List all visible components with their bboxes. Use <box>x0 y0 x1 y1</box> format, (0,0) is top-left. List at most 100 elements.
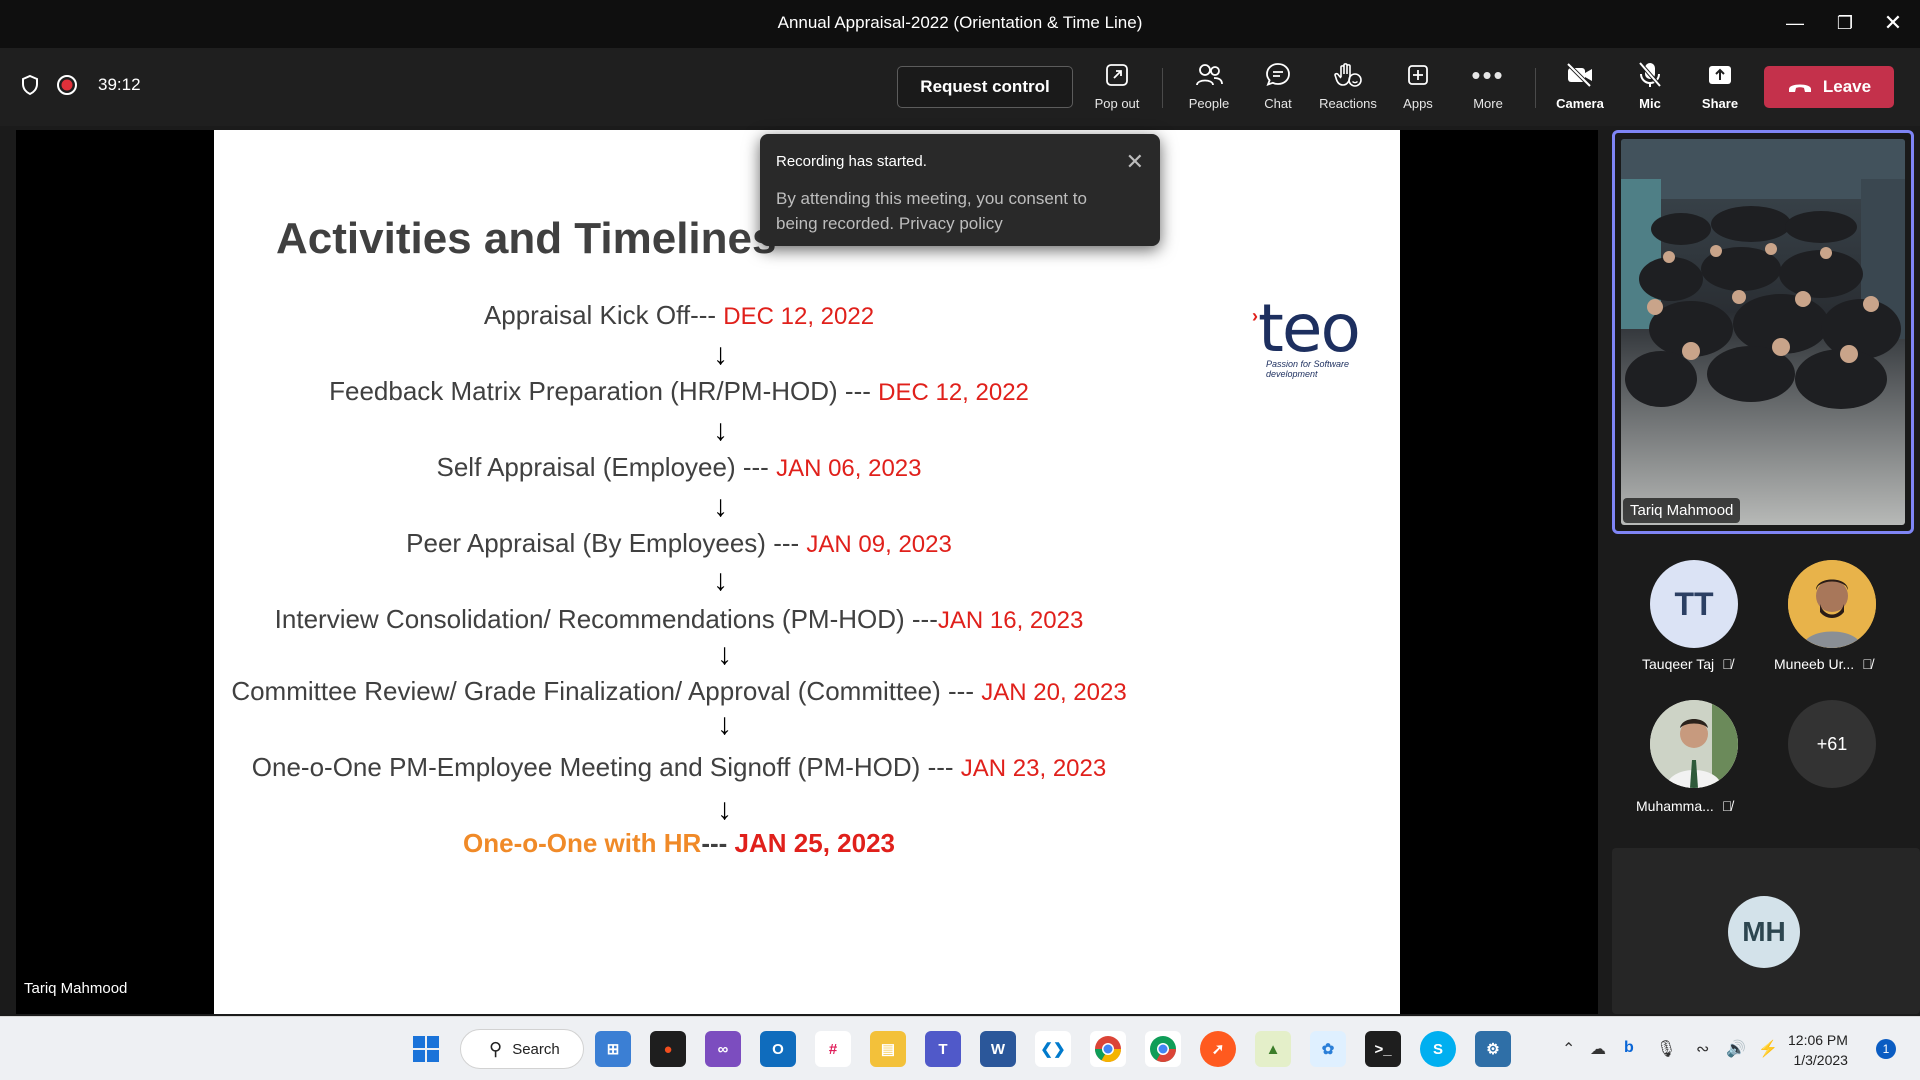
share-icon <box>1709 66 1731 84</box>
timeline-item: Appraisal Kick Off--- DEC 12, 2022 <box>483 300 875 330</box>
participant-name: Tauqeer Taj 🎙̸ <box>1642 656 1733 672</box>
bing-icon[interactable]: b <box>1624 1039 1634 1057</box>
apps-icon <box>1408 65 1428 85</box>
request-control-button[interactable]: Request control <box>897 66 1073 108</box>
hang-up-icon <box>1788 84 1811 92</box>
maximize-button[interactable]: ❐ <box>1830 10 1860 36</box>
mic-muted-icon: 🎙̸ <box>1721 798 1733 814</box>
more-button[interactable]: ••• More <box>1453 59 1523 112</box>
vscode-icon[interactable]: ❮❯ <box>1035 1031 1071 1067</box>
shield-icon <box>22 74 38 96</box>
wifi-icon[interactable]: ∾ <box>1696 1039 1709 1059</box>
video-name-label: Tariq Mahmood <box>1623 498 1741 523</box>
down-arrow-icon: ↓ <box>713 414 728 447</box>
participant-tile[interactable]: MH <box>1612 848 1920 1014</box>
people-icon <box>1196 64 1223 86</box>
avatar[interactable] <box>1788 560 1876 648</box>
volume-icon[interactable]: 🔊 <box>1726 1039 1746 1059</box>
timeline-item: Self Appraisal (Employee) --- JAN 06, 20… <box>436 452 922 482</box>
camera-label: Camera <box>1556 96 1604 111</box>
onedrive-icon[interactable]: ☁ <box>1590 1039 1606 1059</box>
camera-button[interactable]: Camera <box>1545 60 1615 111</box>
windows-taskbar: ⚲ Search ⊞ ● ∞ O # ▤ T W ❮❯ ➚ ▲ ✿ >_ S ⚙… <box>0 1016 1920 1080</box>
teo-logo: › teo Passion for Software development <box>1252 290 1361 379</box>
close-icon[interactable]: ✕ <box>1126 151 1144 173</box>
timeline-item: One-o-One PM-Employee Meeting and Signof… <box>251 752 1107 782</box>
down-arrow-icon: ↓ <box>717 708 732 741</box>
timeline-item-hr: One-o-One with HR--- JAN 25, 2023 <box>463 828 895 858</box>
clock-date: 1/3/2023 <box>1793 1052 1848 1068</box>
calculator-icon[interactable]: ⊞ <box>595 1031 631 1067</box>
timeline-item: Interview Consolidation/ Recommendations… <box>274 604 1084 634</box>
leave-label: Leave <box>1822 77 1872 96</box>
video-tile[interactable]: Tariq Mahmood <box>1612 130 1914 534</box>
chevron-up-icon[interactable]: ⌃ <box>1562 1039 1575 1059</box>
chat-button[interactable]: Chat <box>1243 60 1313 111</box>
close-window-button[interactable]: ✕ <box>1878 10 1908 36</box>
mic-muted-icon[interactable]: 🎙 <box>1656 1039 1676 1059</box>
toast-title: Recording has started. <box>776 153 927 170</box>
apps-button[interactable]: Apps <box>1383 60 1453 111</box>
teams-icon[interactable]: T <box>925 1031 961 1067</box>
chat-label: Chat <box>1264 96 1292 111</box>
mysql-workbench-icon[interactable]: ⚙ <box>1475 1031 1511 1067</box>
reactions-button[interactable]: Reactions <box>1313 60 1383 111</box>
down-arrow-icon: ↓ <box>717 638 732 671</box>
search-label: Search <box>512 1040 560 1058</box>
down-arrow-icon: ↓ <box>717 793 732 826</box>
share-button[interactable]: Share <box>1685 60 1755 111</box>
file-explorer-icon[interactable]: ▤ <box>870 1031 906 1067</box>
outlook-icon[interactable]: O <box>760 1031 796 1067</box>
search-icon: ⚲ <box>489 1038 503 1059</box>
more-label: More <box>1473 96 1503 111</box>
recording-notification: Recording has started. By attending this… <box>760 134 1160 246</box>
chrome-icon[interactable] <box>1090 1031 1126 1067</box>
battery-icon[interactable]: ⚡ <box>1758 1039 1778 1059</box>
terminal-icon[interactable]: >_ <box>1365 1031 1401 1067</box>
chrome-profile-icon[interactable] <box>1145 1031 1181 1067</box>
meeting-timer: 39:12 <box>98 75 141 94</box>
people-button[interactable]: People <box>1174 60 1244 111</box>
slack-icon[interactable]: # <box>815 1031 851 1067</box>
down-arrow-icon: ↓ <box>713 490 728 523</box>
apps-label: Apps <box>1403 96 1433 111</box>
leave-button[interactable]: Leave <box>1764 66 1894 108</box>
network-app-icon[interactable]: ✿ <box>1310 1031 1346 1067</box>
down-arrow-icon: ↓ <box>713 564 728 597</box>
more-icon: ••• <box>1471 59 1505 90</box>
taskbar-search[interactable]: ⚲ Search <box>460 1029 584 1069</box>
down-arrow-icon: ↓ <box>713 338 728 371</box>
windows-start-icon[interactable] <box>408 1031 444 1067</box>
mic-button[interactable]: Mic <box>1615 60 1685 111</box>
mic-muted-icon: 🎙̸ <box>1862 656 1873 672</box>
reactions-icon <box>1334 63 1362 87</box>
timeline-item: Committee Review/ Grade Finalization/ Ap… <box>231 676 1127 706</box>
participant-name: Muhamma... 🎙̸ <box>1636 798 1733 814</box>
figma-icon[interactable]: ● <box>650 1031 686 1067</box>
pop-out-button[interactable]: Pop out <box>1082 60 1152 111</box>
taskbar-clock[interactable]: 12:06 PM 1/3/2023 <box>1788 1030 1848 1070</box>
recording-icon <box>57 75 77 95</box>
minimize-button[interactable]: — <box>1780 10 1810 36</box>
avatar[interactable] <box>1650 700 1738 788</box>
clock-time: 12:06 PM <box>1788 1032 1848 1048</box>
meeting-toolbar: 39:12 Request control Pop out People Cha… <box>0 48 1920 126</box>
reactions-label: Reactions <box>1319 96 1377 111</box>
chat-icon <box>1266 63 1290 86</box>
participant-video <box>1621 139 1905 525</box>
mic-off-icon <box>1638 61 1662 88</box>
timeline-item: Peer Appraisal (By Employees) --- JAN 09… <box>406 528 952 558</box>
visual-studio-icon[interactable]: ∞ <box>705 1031 741 1067</box>
skype-icon[interactable]: S <box>1420 1031 1456 1067</box>
avatar[interactable]: TT <box>1650 560 1738 648</box>
image-editor-icon[interactable]: ▲ <box>1255 1031 1291 1067</box>
word-icon[interactable]: W <box>980 1031 1016 1067</box>
camera-off-icon <box>1566 62 1592 88</box>
notification-badge[interactable]: 1 <box>1876 1039 1896 1059</box>
postman-icon[interactable]: ➚ <box>1200 1031 1236 1067</box>
pop-out-icon <box>1106 64 1128 86</box>
slide-title: Activities and Timelines <box>276 214 777 263</box>
presenter-name: Tariq Mahmood <box>24 980 128 997</box>
more-participants-button[interactable]: +61 <box>1788 700 1876 788</box>
presentation-slide: Activities and Timelines › teo Passion f… <box>214 130 1400 1014</box>
